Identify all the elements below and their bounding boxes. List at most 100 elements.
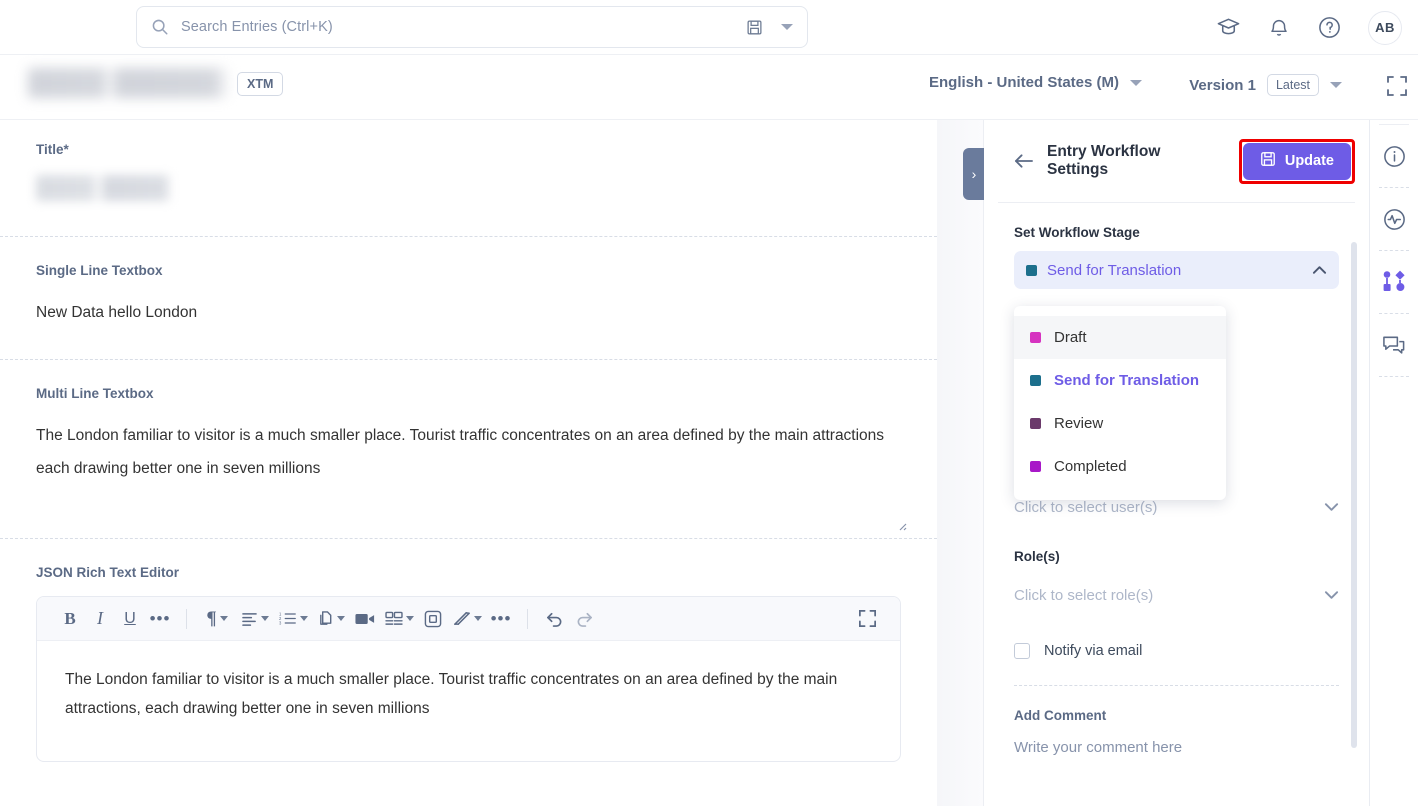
copy-dropdown[interactable] xyxy=(312,604,350,634)
language-label: English - United States (M) xyxy=(928,74,1119,91)
arrow-left-icon[interactable] xyxy=(1014,153,1033,169)
search-filter-caret-icon[interactable] xyxy=(781,24,793,30)
xtm-badge: XTM xyxy=(237,72,284,96)
workflow-icon[interactable] xyxy=(1370,251,1418,313)
top-bar-actions: AB xyxy=(1216,0,1402,55)
search-icon xyxy=(151,18,169,36)
update-button-label: Update xyxy=(1284,153,1334,169)
field-label: Single Line Textbox xyxy=(36,263,163,278)
entry-form: Title* Single Line Textbox New Data hell… xyxy=(0,120,937,806)
chevron-down-icon xyxy=(1330,82,1342,88)
search-input[interactable]: Search Entries (Ctrl+K) xyxy=(181,19,746,35)
field-json-rich-text-editor: JSON Rich Text Editor xyxy=(0,539,937,580)
entry-title-redacted xyxy=(28,68,230,98)
graduation-cap-icon[interactable] xyxy=(1216,15,1241,40)
info-circle-icon[interactable] xyxy=(1370,125,1418,187)
insert-table-dropdown[interactable] xyxy=(380,604,418,634)
rich-text-toolbar: B I U ••• ¶ 1 2 3 ••• xyxy=(37,597,900,641)
stage-color-swatch xyxy=(1030,375,1041,386)
textarea-resize-handle[interactable] xyxy=(895,518,907,531)
stage-option-label: Completed xyxy=(1054,458,1127,475)
field-label: JSON Rich Text Editor xyxy=(36,565,180,580)
panel-scrollbar[interactable] xyxy=(1351,242,1357,748)
insert-video-button[interactable] xyxy=(350,604,380,634)
right-rail xyxy=(1370,120,1418,806)
field-label: Title* xyxy=(36,142,69,157)
page-title: Entry Workflow Settings xyxy=(1047,143,1161,178)
text-align-dropdown[interactable] xyxy=(236,604,274,634)
add-comment-section: Add Comment Write your comment here xyxy=(1014,685,1339,756)
stage-option-completed[interactable]: Completed xyxy=(1014,445,1226,488)
stage-color-swatch xyxy=(1026,264,1037,276)
chevron-up-icon xyxy=(1312,265,1327,275)
editor-fullscreen-button[interactable] xyxy=(852,604,882,634)
set-workflow-stage-label: Set Workflow Stage xyxy=(1014,225,1140,240)
workflow-settings-panel: Entry Workflow Settings Update Set Workf… xyxy=(984,120,1370,806)
panel-collapse-handle[interactable]: › xyxy=(963,148,985,200)
comment-input[interactable]: Write your comment here xyxy=(1014,739,1339,756)
svg-text:3: 3 xyxy=(279,620,282,625)
app-root: Search Entries (Ctrl+K) AB XTM English -… xyxy=(0,0,1418,806)
latest-badge: Latest xyxy=(1266,74,1319,96)
multi-line-textbox-input[interactable]: The London familiar to visitor is a much… xyxy=(36,419,901,485)
notify-via-email-label: Notify via email xyxy=(1044,643,1143,659)
single-line-textbox-input[interactable]: New Data hello London xyxy=(36,296,901,329)
help-circle-icon[interactable] xyxy=(1317,15,1342,40)
redo-button[interactable] xyxy=(569,604,599,634)
activity-pulse-icon[interactable] xyxy=(1370,188,1418,250)
entry-header-bar: XTM English - United States (M) Version … xyxy=(0,55,1418,120)
rich-text-content: The London familiar to visitor is a much… xyxy=(65,671,838,717)
bell-icon[interactable] xyxy=(1267,16,1291,40)
rail-divider xyxy=(1379,376,1409,377)
fullscreen-icon[interactable] xyxy=(1384,73,1410,104)
roles-placeholder: Click to select role(s) xyxy=(1014,586,1154,604)
comments-icon[interactable] xyxy=(1370,314,1418,376)
roles-select[interactable]: Click to select role(s) xyxy=(1014,575,1339,615)
title-input-redacted[interactable] xyxy=(36,175,171,201)
stage-option-review[interactable]: Review xyxy=(1014,402,1226,445)
undo-button[interactable] xyxy=(539,604,569,634)
bold-button[interactable]: B xyxy=(55,604,85,634)
insert-image-button[interactable] xyxy=(418,604,448,634)
version-label: Version 1 xyxy=(1189,76,1256,94)
more-text-options-button[interactable]: ••• xyxy=(145,604,175,634)
stage-option-label: Draft xyxy=(1054,329,1087,346)
more-options-button[interactable]: ••• xyxy=(486,604,516,634)
highlight-dropdown[interactable] xyxy=(448,604,486,634)
avatar[interactable]: AB xyxy=(1368,10,1402,45)
rich-text-editor-body[interactable]: The London familiar to visitor is a much… xyxy=(37,641,900,761)
top-bar: Search Entries (Ctrl+K) AB xyxy=(0,0,1418,55)
stage-color-swatch xyxy=(1030,418,1041,429)
panel-header: Entry Workflow Settings Update xyxy=(984,120,1369,202)
update-button-highlight: Update xyxy=(1238,138,1355,184)
search-bar[interactable]: Search Entries (Ctrl+K) xyxy=(136,6,808,48)
checkbox-box xyxy=(1014,643,1030,659)
update-button[interactable]: Update xyxy=(1242,142,1351,180)
add-comment-label: Add Comment xyxy=(1014,708,1107,723)
italic-button[interactable]: I xyxy=(85,604,115,634)
rich-text-editor: B I U ••• ¶ 1 2 3 ••• The London familia… xyxy=(36,596,901,762)
field-label: Multi Line Textbox xyxy=(36,386,154,401)
stage-option-send-for-translation[interactable]: Send for Translation xyxy=(1014,359,1226,402)
chevron-down-icon xyxy=(1324,590,1339,600)
stage-color-swatch xyxy=(1030,332,1041,343)
paragraph-format-dropdown[interactable]: ¶ xyxy=(198,604,236,634)
toolbar-separator xyxy=(186,608,187,629)
workflow-stage-selected-value: Send for Translation xyxy=(1047,261,1182,279)
list-dropdown[interactable]: 1 2 3 xyxy=(274,604,312,634)
notify-via-email-checkbox[interactable]: Notify via email xyxy=(1014,643,1339,659)
workflow-stage-select[interactable]: Send for Translation xyxy=(1014,251,1339,289)
stage-option-label: Review xyxy=(1054,415,1104,432)
floppy-disk-icon xyxy=(1260,151,1276,171)
stage-option-draft[interactable]: Draft xyxy=(1014,316,1226,359)
toolbar-separator-2 xyxy=(527,608,528,629)
version-selector[interactable]: Version 1 Latest xyxy=(1189,74,1342,96)
chevron-down-icon xyxy=(1324,502,1339,512)
floppy-disk-icon[interactable] xyxy=(746,19,763,36)
field-title: Title* xyxy=(0,120,937,236)
language-selector[interactable]: English - United States (M) xyxy=(929,74,1142,91)
underline-button[interactable]: U xyxy=(115,604,145,634)
stage-color-swatch xyxy=(1030,461,1041,472)
stage-option-label: Send for Translation xyxy=(1054,372,1200,389)
chevron-down-icon xyxy=(1130,79,1142,86)
